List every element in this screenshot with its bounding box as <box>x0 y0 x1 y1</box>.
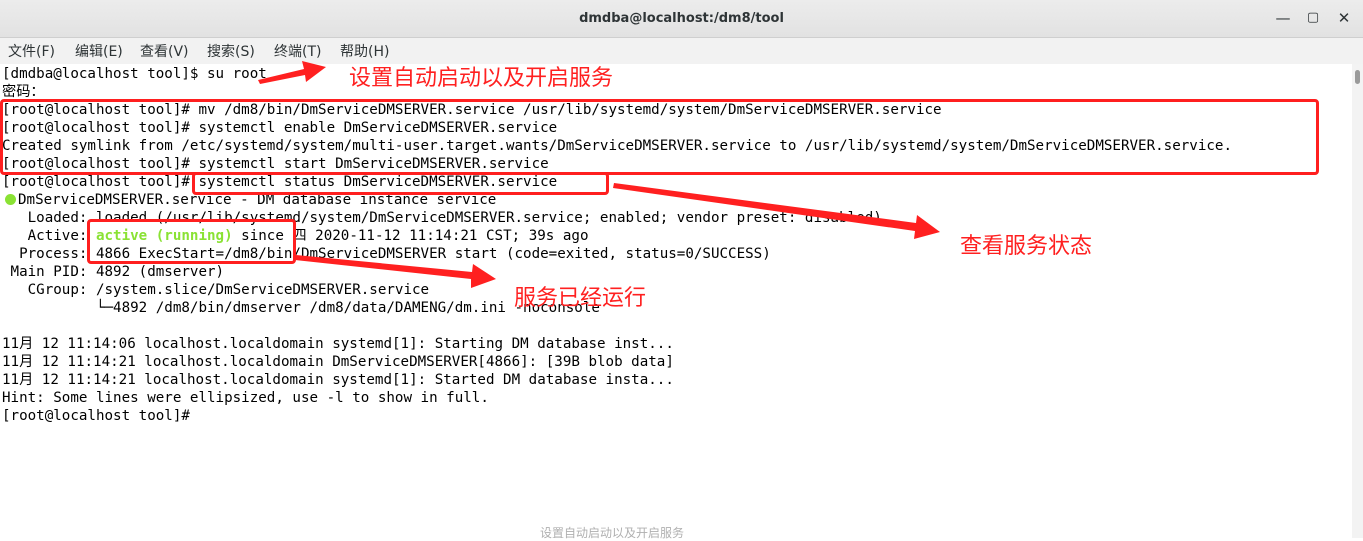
annotation-enable-start: 设置自动启动以及开启服务 <box>349 66 614 91</box>
annotation-arrows <box>258 61 940 288</box>
arrow-to-running <box>295 255 496 288</box>
annotation-running: 服务已经运行 <box>514 286 647 311</box>
arrow-to-status-command <box>613 183 940 239</box>
arrow-to-su-root <box>258 61 326 84</box>
annotation-check-status: 查看服务状态 <box>960 234 1093 259</box>
